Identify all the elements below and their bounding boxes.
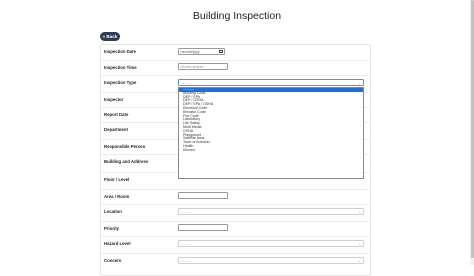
scrollbar-thumb[interactable] xyxy=(470,0,474,258)
concern-select[interactable]: --------- ⌄ xyxy=(178,257,364,264)
chevron-down-icon: ⌄ xyxy=(358,81,361,85)
label-area-room: Area / Room xyxy=(104,194,130,199)
label-location: Location xyxy=(104,209,122,214)
label-responsible-person: Responsible Person xyxy=(104,144,146,149)
page-title: Building Inspection xyxy=(192,10,282,22)
inspection-type-select[interactable]: --------- ⌄ xyxy=(178,79,364,86)
location-select[interactable]: --------- ⌄ xyxy=(178,208,364,215)
label-department: Department xyxy=(104,127,128,132)
label-floor-level: Floor / Level xyxy=(104,177,130,182)
inspection-date-input[interactable]: mm/dd/yyyy xyxy=(178,48,225,55)
row-inspection-date: Inspection Date xyxy=(100,45,369,60)
back-button[interactable]: « Back xyxy=(100,32,120,41)
label-inspection-time: Inspection Time xyxy=(104,65,137,70)
label-inspection-date: Inspection Date xyxy=(104,49,136,54)
calendar-icon[interactable] xyxy=(219,50,223,54)
page-scrollbar[interactable] xyxy=(470,0,474,265)
hazard-level-select[interactable]: --------- ⌄ xyxy=(178,240,364,247)
row-area-room: Area / Room xyxy=(100,189,369,205)
inspection-date-placeholder: mm/dd/yyyy xyxy=(180,50,200,54)
chevron-down-icon: ⌄ xyxy=(358,210,361,214)
area-room-input[interactable] xyxy=(178,192,228,199)
row-priority: Priority xyxy=(100,221,369,237)
priority-input[interactable] xyxy=(178,224,228,231)
hazard-level-value: --------- xyxy=(181,242,192,246)
chevron-down-icon: ⌄ xyxy=(358,259,361,263)
concern-value: --------- xyxy=(181,259,192,263)
label-priority: Priority xyxy=(104,226,120,231)
label-concern: Concern xyxy=(104,258,122,263)
dropdown-option[interactable]: Kitchen xyxy=(179,148,363,153)
location-value: --------- xyxy=(181,210,192,214)
label-hazard-level: Hazard Level xyxy=(104,241,131,246)
inspection-type-value: --------- xyxy=(181,81,192,85)
label-report-date: Report Date xyxy=(104,112,129,117)
inspection-time-input[interactable]: hh:mm am/pm xyxy=(178,63,228,70)
chevron-down-icon: ⌄ xyxy=(358,242,361,246)
label-inspector: Inspector xyxy=(104,97,124,102)
inspection-type-dropdown: --------- Building Code DEP / EPA DEP / … xyxy=(178,87,364,179)
label-inspection-type: Inspection Type xyxy=(104,80,137,85)
row-inspection-time: Inspection Time xyxy=(100,60,369,76)
label-building-address: Building and Address xyxy=(104,159,149,164)
